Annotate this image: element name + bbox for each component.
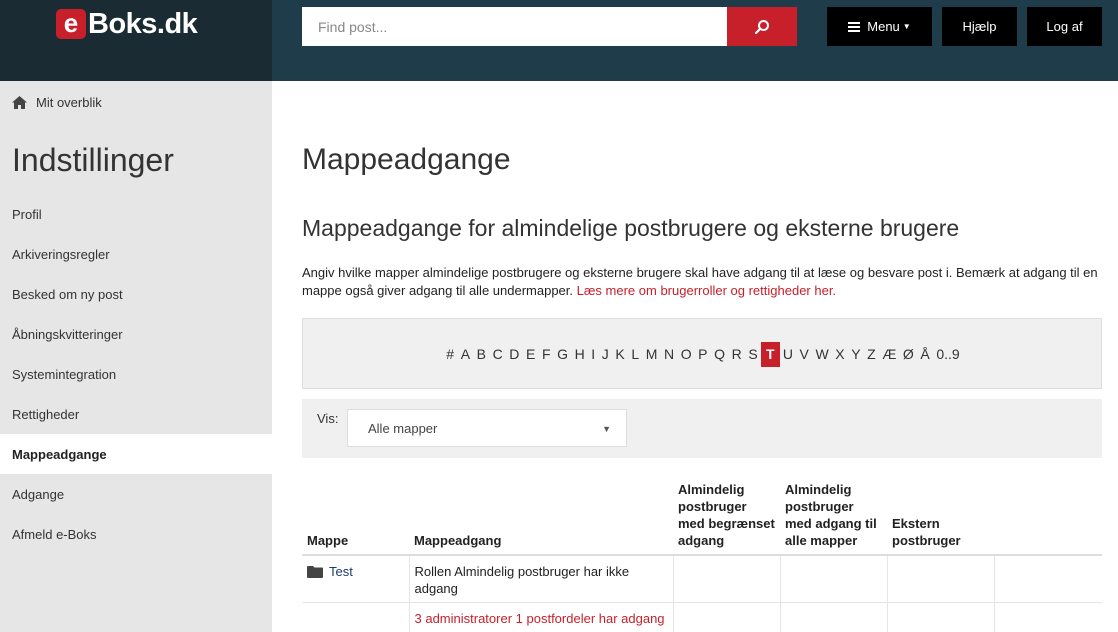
sidebar-item-mappeadgange[interactable]: Mappeadgange bbox=[0, 434, 272, 474]
alphabet-letter[interactable]: G bbox=[554, 342, 571, 367]
breadcrumb-label: Mit overblik bbox=[36, 95, 102, 110]
sidebar: Mit overblik Indstillinger Profil Arkive… bbox=[0, 81, 272, 632]
alphabet-letter[interactable]: Ø bbox=[900, 342, 917, 367]
alphabet-letter[interactable]: N bbox=[661, 342, 678, 367]
alphabet-letter[interactable]: Q bbox=[711, 342, 728, 367]
alphabet-letter[interactable]: T bbox=[760, 342, 780, 367]
table-header-row: Mappe Mappeadgang Almindelig postbruger … bbox=[302, 481, 1102, 556]
search-button[interactable] bbox=[727, 7, 797, 46]
alphabet-letter[interactable]: Z bbox=[864, 342, 879, 367]
column-header-access: Mappeadgang bbox=[409, 481, 673, 556]
alphabet-letter[interactable]: M bbox=[642, 342, 660, 367]
sidebar-item-abningskvitteringer[interactable]: Åbningskvitteringer bbox=[0, 314, 272, 354]
folder-link[interactable]: Test bbox=[307, 563, 353, 580]
column-header-limited: Almindelig postbruger med begrænset adga… bbox=[673, 481, 780, 556]
alphabet-letter[interactable]: Æ bbox=[879, 342, 900, 367]
alphabet-filter: # A B C D E F G H I J K L M N O P Q R S T U V W X Y Z Æ Ø Å 0..9 bbox=[302, 318, 1102, 389]
alphabet-letter[interactable]: P bbox=[695, 342, 711, 367]
menu-button-label: Menu bbox=[867, 19, 900, 34]
dropdown-arrow-icon: ▼ bbox=[602, 424, 611, 434]
sidebar-item-arkiveringsregler[interactable]: Arkiveringsregler bbox=[0, 234, 272, 274]
alphabet-letter[interactable]: L bbox=[628, 342, 642, 367]
logout-button[interactable]: Log af bbox=[1027, 7, 1102, 46]
sidebar-nav: Profil Arkiveringsregler Besked om ny po… bbox=[0, 194, 272, 554]
folder-filter-select[interactable]: Alle mapper ▼ bbox=[347, 409, 627, 447]
alphabet-letter[interactable]: V bbox=[796, 342, 812, 367]
menu-button[interactable]: Menu ▼ bbox=[827, 7, 932, 46]
description: Angiv hvilke mapper almindelige postbrug… bbox=[302, 264, 1102, 300]
extra-cell bbox=[994, 555, 1102, 603]
table-row: Test Rollen Almindelig postbruger har ik… bbox=[302, 555, 1102, 603]
alphabet-letter[interactable]: J bbox=[598, 342, 612, 367]
roles-help-link[interactable]: Læs mere om brugerroller og rettigheder … bbox=[577, 283, 836, 298]
alphabet-letter[interactable]: A bbox=[457, 342, 473, 367]
alphabet-letter[interactable]: C bbox=[489, 342, 506, 367]
alphabet-letter[interactable]: Y bbox=[848, 342, 864, 367]
folder-cell: Test bbox=[302, 555, 410, 603]
alphabet-row: # A B C D E F G H I J K L M N O P Q R S T U V W X Y Z Æ Ø Å 0..9 bbox=[303, 342, 1103, 367]
sidebar-item-besked-om-ny-post[interactable]: Besked om ny post bbox=[0, 274, 272, 314]
sidebar-item-adgange[interactable]: Adgange bbox=[0, 474, 272, 514]
extra-cell bbox=[994, 602, 1102, 632]
limited-cell bbox=[673, 602, 781, 632]
search-icon bbox=[754, 19, 769, 34]
access-holders-link[interactable]: 3 administratorer 1 postfordeler har adg… bbox=[415, 611, 665, 626]
top-header: e Boks.dk Find post... Menu ▼ Hjælp Log … bbox=[0, 0, 1118, 81]
filter-selected-value: Alle mapper bbox=[368, 420, 438, 436]
alphabet-letter[interactable]: U bbox=[780, 342, 797, 367]
help-button[interactable]: Hjælp bbox=[942, 7, 1017, 46]
alphabet-letter[interactable]: Å bbox=[917, 342, 933, 367]
alphabet-letter[interactable]: D bbox=[506, 342, 523, 367]
caret-down-icon: ▼ bbox=[902, 22, 911, 31]
folder-icon bbox=[307, 565, 323, 578]
sidebar-item-afmeld[interactable]: Afmeld e-Boks bbox=[0, 514, 272, 554]
page-title: Mappeadgange bbox=[302, 143, 511, 176]
hamburger-icon bbox=[848, 20, 861, 34]
alphabet-letter[interactable]: B bbox=[473, 342, 489, 367]
column-header-external: Ekstern postbruger bbox=[887, 481, 994, 556]
view-filter: Vis: Alle mapper ▼ bbox=[302, 399, 1102, 458]
section-title: Mappeadgange for almindelige postbrugere… bbox=[302, 215, 960, 241]
breadcrumb-overview[interactable]: Mit overblik bbox=[12, 95, 102, 110]
home-icon bbox=[12, 96, 27, 109]
alphabet-letter[interactable]: H bbox=[571, 342, 588, 367]
column-header-folder: Mappe bbox=[302, 481, 409, 556]
sidebar-item-systemintegration[interactable]: Systemintegration bbox=[0, 354, 272, 394]
access-link-cell: 3 administratorer 1 postfordeler har adg… bbox=[409, 602, 674, 632]
external-cell bbox=[887, 602, 995, 632]
eboks-logo[interactable]: e Boks.dk bbox=[56, 7, 198, 40]
logo-text: Boks.dk bbox=[88, 7, 198, 40]
alphabet-letter[interactable]: O bbox=[677, 342, 694, 367]
header-logo-area: e Boks.dk bbox=[0, 0, 272, 81]
alphabet-letter[interactable]: F bbox=[539, 342, 554, 367]
all-folders-cell bbox=[780, 555, 888, 603]
column-header-extra bbox=[994, 481, 1102, 556]
alphabet-letter[interactable]: K bbox=[612, 342, 628, 367]
alphabet-letter[interactable]: X bbox=[832, 342, 848, 367]
logo-e-mark: e bbox=[56, 9, 86, 39]
alphabet-letter[interactable]: # bbox=[443, 342, 457, 367]
alphabet-letter[interactable]: S bbox=[745, 342, 761, 367]
alphabet-letter[interactable]: R bbox=[728, 342, 745, 367]
folder-access-table: Mappe Mappeadgang Almindelig postbruger … bbox=[302, 481, 1102, 632]
limited-cell bbox=[673, 555, 781, 603]
alphabet-letter[interactable]: W bbox=[812, 342, 832, 367]
alphabet-letter[interactable]: 0..9 bbox=[933, 342, 963, 367]
alphabet-letter[interactable]: I bbox=[588, 342, 598, 367]
filter-label: Vis: bbox=[317, 411, 339, 426]
all-folders-cell bbox=[780, 602, 888, 632]
alphabet-letter[interactable]: E bbox=[523, 342, 539, 367]
column-header-all-folders: Almindelig postbruger med adgang til all… bbox=[780, 481, 887, 556]
sidebar-item-rettigheder[interactable]: Rettigheder bbox=[0, 394, 272, 434]
sidebar-title: Indstillinger bbox=[12, 142, 174, 178]
folder-cell-empty bbox=[302, 602, 410, 632]
table-row: 3 administratorer 1 postfordeler har adg… bbox=[302, 602, 1102, 632]
external-cell bbox=[887, 555, 995, 603]
access-cell: Rollen Almindelig postbruger har ikke ad… bbox=[409, 555, 674, 603]
folder-name: Test bbox=[329, 564, 353, 579]
access-text: Rollen Almindelig postbruger har ikke ad… bbox=[414, 564, 630, 596]
sidebar-item-profil[interactable]: Profil bbox=[0, 194, 272, 234]
search-input[interactable]: Find post... bbox=[302, 7, 727, 46]
